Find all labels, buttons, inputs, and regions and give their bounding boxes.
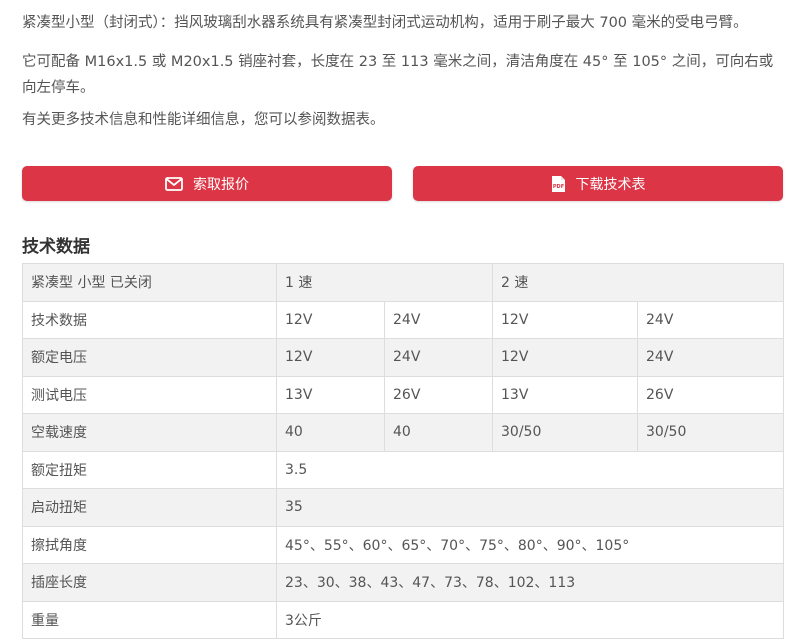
section-title: 技术数据: [22, 237, 90, 257]
cell: 26V: [637, 375, 785, 414]
intro-paragraph-3: 有关更多技术信息和性能详细信息，您可以参阅数据表。: [22, 112, 385, 128]
table-row: 擦拭角度 45°、55°、60°、65°、70°、75°、80°、90°、105…: [22, 525, 785, 564]
download-datasheet-label: 下载技术表: [575, 176, 646, 193]
table-header-speed-2: 2 速: [492, 263, 785, 302]
cell: 3.5: [275, 450, 785, 489]
table-header-speed-1: 1 速: [275, 263, 494, 302]
row-label: 启动扭矩: [22, 488, 277, 527]
cell: 40: [276, 413, 385, 452]
cell: 24V: [383, 300, 494, 339]
cell: 26V: [383, 375, 494, 414]
table-header-label: 紧凑型 小型 已关闭: [22, 263, 277, 302]
download-datasheet-button[interactable]: PDF 下载技术表: [413, 166, 783, 201]
row-label: 插座长度: [22, 563, 277, 602]
cell: 12V: [492, 338, 639, 377]
cell: 13V: [492, 375, 639, 414]
cell: 23、30、38、43、47、73、78、102、113: [275, 563, 785, 602]
cell: 24V: [637, 300, 785, 339]
cell: 12V: [276, 338, 385, 377]
row-label: 测试电压: [22, 375, 277, 414]
intro-paragraph-1: 紧凑型小型（封闭式）：挡风玻璃刮水器系统具有紧凑型封闭式运动机构，适用于刷子最大…: [22, 15, 748, 31]
page: 紧凑型小型（封闭式）：挡风玻璃刮水器系统具有紧凑型封闭式运动机构，适用于刷子最大…: [0, 0, 800, 639]
request-quote-button[interactable]: 索取报价: [22, 166, 392, 201]
cell: 40: [383, 413, 494, 452]
cell: 24V: [637, 338, 785, 377]
row-label: 额定电压: [22, 338, 277, 377]
cell: 13V: [276, 375, 385, 414]
cell: 45°、55°、60°、65°、70°、75°、80°、90°、105°: [275, 525, 785, 564]
cell: 30/50: [637, 413, 785, 452]
row-label: 技术数据: [22, 300, 277, 339]
table-row: 额定扭矩 3.5: [22, 450, 785, 489]
table-row: 技术数据 12V 24V 12V 24V: [22, 300, 785, 339]
cell: 24V: [383, 338, 494, 377]
table-row: 额定电压 12V 24V 12V 24V: [22, 338, 785, 377]
svg-text:PDF: PDF: [552, 184, 563, 190]
cell: 12V: [492, 300, 639, 339]
table-row: 空载速度 40 40 30/50 30/50: [22, 413, 785, 452]
request-quote-label: 索取报价: [193, 176, 249, 193]
pdf-icon: PDF: [551, 175, 566, 193]
row-label: 空载速度: [22, 413, 277, 452]
cell: 12V: [276, 300, 385, 339]
envelope-icon: [165, 176, 183, 191]
cell: 35: [275, 488, 785, 527]
spec-table: 紧凑型 小型 已关闭 1 速 2 速 技术数据 12V 24V 12V 24V …: [22, 263, 785, 639]
table-row: 测试电压 13V 26V 13V 26V: [22, 375, 785, 414]
table-row: 插座长度 23、30、38、43、47、73、78、102、113: [22, 563, 785, 602]
table-header-row: 紧凑型 小型 已关闭 1 速 2 速: [22, 263, 785, 302]
table-row: 启动扭矩 35: [22, 488, 785, 527]
row-label: 额定扭矩: [22, 450, 277, 489]
row-label: 擦拭角度: [22, 525, 277, 564]
cell: 30/50: [492, 413, 639, 452]
intro-paragraph-2: 它可配备 M16x1.5 或 M20x1.5 销座衬套，长度在 23 至 113…: [22, 54, 774, 96]
